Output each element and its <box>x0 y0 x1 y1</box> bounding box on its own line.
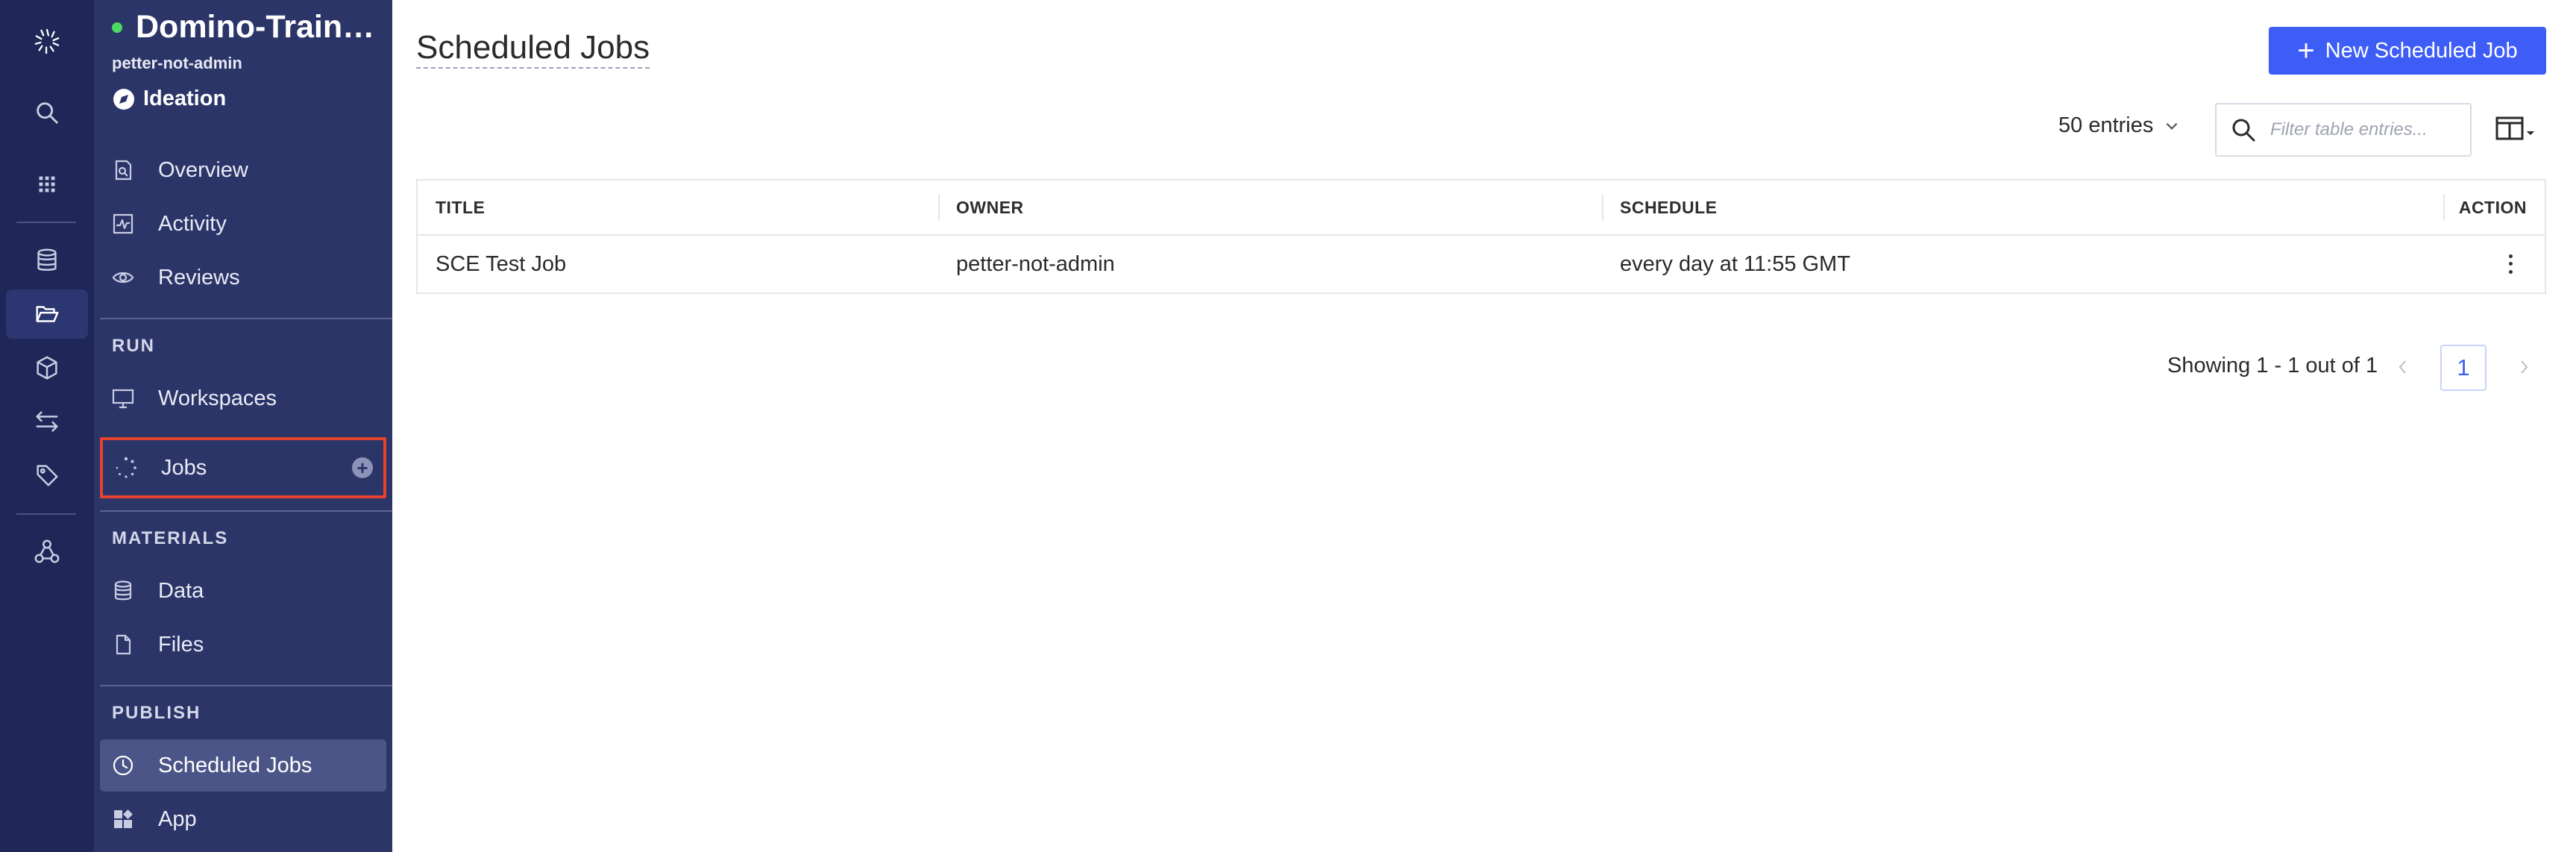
folder-open-icon[interactable] <box>6 289 88 339</box>
sidebar-item-overview[interactable]: Overview <box>100 144 386 196</box>
network-icon[interactable] <box>6 527 88 576</box>
search-icon <box>2232 119 2255 142</box>
project-name-text: Domino-Train… <box>136 9 375 45</box>
sidebar-item-label: App <box>158 806 197 831</box>
table-row[interactable]: SCE Test Job petter-not-admin every day … <box>418 236 2545 292</box>
column-header-schedule[interactable]: SCHEDULE <box>1620 181 1718 234</box>
project-name[interactable]: Domino-Train… <box>112 9 380 46</box>
table-header: TITLE OWNER SCHEDULE ACTION <box>418 181 2545 236</box>
database-icon[interactable] <box>6 236 88 285</box>
project-sidebar: Domino-Train… petter-not-admin Ideation … <box>94 0 392 852</box>
rail-divider <box>16 513 76 515</box>
plus-icon: + <box>2297 34 2315 67</box>
more-actions-icon[interactable] <box>2503 252 2518 276</box>
new-scheduled-job-label: New Scheduled Job <box>2325 38 2518 63</box>
entries-label: 50 entries <box>2058 113 2154 137</box>
job-title-cell[interactable]: SCE Test Job <box>436 236 566 292</box>
monitor-icon <box>110 386 136 411</box>
chevron-right-icon <box>2521 360 2528 374</box>
chevron-left-icon <box>2398 360 2406 374</box>
sidebar-item-data[interactable]: Data <box>100 565 386 617</box>
compass-icon <box>113 88 134 110</box>
icon-rail <box>0 0 94 852</box>
online-status-dot <box>112 22 122 33</box>
filter-input[interactable] <box>2269 119 2458 141</box>
pagination-next-button[interactable] <box>2513 354 2534 380</box>
column-header-action: ACTION <box>2458 198 2527 217</box>
project-owner[interactable]: petter-not-admin <box>112 54 242 73</box>
clock-icon <box>110 753 136 778</box>
tag-icon[interactable] <box>6 451 88 500</box>
sidebar-item-label: Data <box>158 578 204 603</box>
sidebar-item-label: Workspaces <box>158 386 277 410</box>
page-title: Scheduled Jobs <box>416 30 650 69</box>
sidebar-divider <box>100 318 392 319</box>
rail-divider <box>16 222 76 223</box>
sidebar-item-files[interactable]: Files <box>100 618 386 671</box>
chevron-down-icon <box>2166 122 2178 130</box>
sidebar-item-workspaces[interactable]: Workspaces <box>100 372 386 425</box>
sidebar-item-label: Reviews <box>158 265 240 289</box>
columns-icon <box>2495 116 2534 140</box>
sidebar-divider <box>100 685 392 686</box>
sidebar-item-activity[interactable]: Activity <box>100 198 386 250</box>
app-icon <box>110 806 136 832</box>
sidebar-item-label: Activity <box>158 211 227 236</box>
pagination-current-page[interactable]: 1 <box>2440 345 2487 391</box>
column-separator <box>938 194 940 221</box>
sidebar-item-scheduled-jobs[interactable]: Scheduled Jobs <box>100 739 386 792</box>
sidebar-item-jobs[interactable]: Jobs + <box>100 437 386 498</box>
column-header-owner[interactable]: OWNER <box>956 181 1024 234</box>
job-schedule-cell: every day at 11:55 GMT <box>1620 252 1850 276</box>
sidebar-divider <box>100 510 392 512</box>
pagination-summary: Showing 1 - 1 out of 1 <box>2167 354 2378 378</box>
sidebar-item-label: Scheduled Jobs <box>158 753 312 777</box>
section-heading-run: RUN <box>112 336 155 356</box>
transfer-arrows-icon[interactable] <box>6 397 88 446</box>
spinner-icon <box>113 455 139 480</box>
pagination-prev-button[interactable] <box>2393 354 2413 380</box>
sidebar-item-label: Files <box>158 632 204 657</box>
filter-field[interactable] <box>2215 103 2472 157</box>
section-heading-publish: PUBLISH <box>112 703 201 723</box>
sidebar-item-label: Jobs <box>161 455 207 480</box>
column-separator <box>1602 194 1603 221</box>
file-icon <box>110 632 136 657</box>
cube-icon[interactable] <box>6 343 88 392</box>
sidebar-item-label: Overview <box>158 157 248 182</box>
new-scheduled-job-button[interactable]: + New Scheduled Job <box>2269 27 2546 75</box>
activity-icon <box>110 211 136 237</box>
search-icon[interactable] <box>6 88 88 137</box>
apps-grid-icon[interactable] <box>6 160 88 209</box>
entries-per-page-select[interactable]: 50 entries <box>2058 113 2180 138</box>
project-stage[interactable]: Ideation <box>112 87 226 111</box>
plus-circle-icon[interactable]: + <box>352 457 373 478</box>
overview-icon <box>110 157 136 183</box>
database-icon <box>110 578 136 604</box>
scheduled-jobs-table: TITLE OWNER SCHEDULE ACTION SCE Test Job… <box>416 179 2546 294</box>
column-separator <box>2443 194 2445 221</box>
sidebar-item-app[interactable]: App <box>100 793 386 845</box>
sidebar-item-reviews[interactable]: Reviews <box>100 251 386 304</box>
section-heading-materials: MATERIALS <box>112 528 229 548</box>
job-owner-cell: petter-not-admin <box>956 252 1115 276</box>
column-toggle-button[interactable] <box>2494 112 2539 146</box>
stage-label: Ideation <box>143 87 227 110</box>
column-header-title[interactable]: TITLE <box>436 181 485 234</box>
domino-logo-icon[interactable] <box>6 16 88 66</box>
eye-icon <box>110 265 136 290</box>
